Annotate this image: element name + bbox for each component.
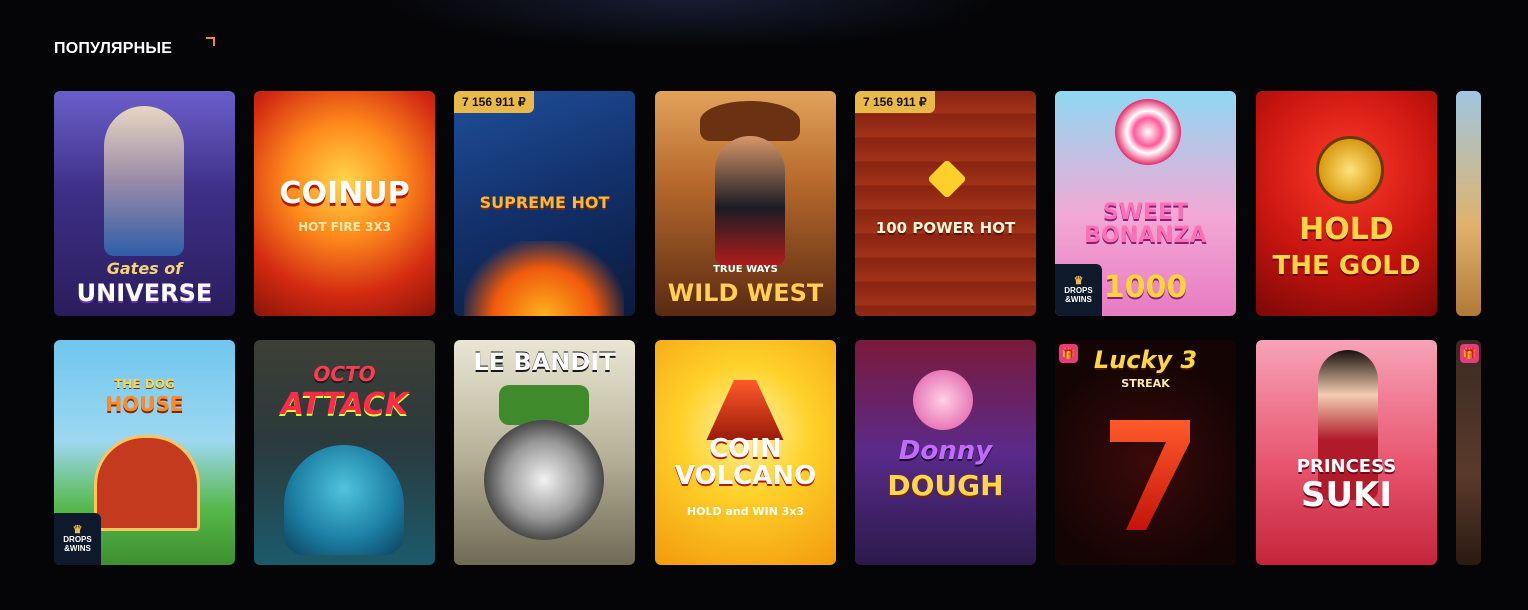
game-title-line1: HOLD <box>1299 212 1394 247</box>
drops-wins-badge: ♛ DROPS &WINS <box>54 513 101 565</box>
game-title-line1: Gates of <box>106 259 183 278</box>
gift-icon: 🎁 <box>1460 344 1479 363</box>
game-tile-partial[interactable]: 🎁 <box>1456 340 1481 565</box>
game-title-line2: DOUGH <box>887 469 1004 502</box>
game-title-line1: TRUE WAYS <box>713 264 778 275</box>
game-title-line1: COINUP <box>279 176 410 211</box>
game-artwork <box>700 101 800 141</box>
game-title-line1: PRINCESS <box>1296 456 1397 477</box>
jackpot-badge: 7 156 911 ₽ <box>454 91 534 113</box>
game-tile-hold-the-gold[interactable]: HOLD THE GOLD <box>1256 91 1437 316</box>
gift-icon: 🎁 <box>1059 344 1078 363</box>
game-title-line2: SUKI <box>1300 475 1393 515</box>
game-artwork <box>1316 136 1384 204</box>
game-title-line2: ATTACK <box>280 387 409 422</box>
game-tile-princess-suki[interactable]: PRINCESS SUKI <box>1256 340 1437 565</box>
game-title-line1: LE BANDIT <box>473 348 616 376</box>
game-artwork <box>1110 420 1190 530</box>
game-tile-coinup[interactable]: COINUP HOT FIRE 3x3 <box>254 91 435 316</box>
game-artwork <box>706 380 784 440</box>
games-grid: Gates of UNIVERSE COINUP HOT FIRE 3x3 SU… <box>54 91 1481 566</box>
game-title-line2: WILD WEST <box>667 279 824 307</box>
game-title-line1: SUPREME HOT <box>479 193 610 212</box>
game-title-line1: THE DOG <box>114 377 175 391</box>
game-artwork <box>927 159 967 199</box>
game-title-line2: STREAK <box>1121 377 1170 390</box>
drops-wins-badge: ♛ DROPS &WINS <box>1055 264 1102 316</box>
game-tile-the-dog-house[interactable]: THE DOG HOUSE ♛ DROPS &WINS <box>54 340 235 565</box>
game-tile-sweet-bonanza-1000[interactable]: SWEET BONANZA 1000 ♛ DROPS &WINS <box>1055 91 1236 316</box>
game-tile-wild-west[interactable]: TRUE WAYS WILD WEST <box>655 91 836 316</box>
header-glow <box>380 0 1000 50</box>
game-tile-supreme-hot[interactable]: SUPREME HOT 7 156 911 ₽ <box>454 91 635 316</box>
game-title-line2: THE GOLD <box>1272 251 1421 281</box>
game-tile-partial[interactable] <box>1456 91 1481 316</box>
game-artwork <box>715 136 785 266</box>
game-title-line1: Donny <box>898 436 993 466</box>
game-title-line1: 100 POWER HOT <box>875 219 1016 237</box>
game-tile-le-bandit[interactable]: LE BANDIT <box>454 340 635 565</box>
corner-accent-icon <box>206 37 215 46</box>
section-title: ПОПУЛЯРНЫЕ <box>54 40 173 57</box>
drops-badge-line2: &WINS <box>1065 295 1092 305</box>
game-artwork <box>484 420 604 540</box>
game-tile-donny-dough[interactable]: Donny DOUGH <box>855 340 1036 565</box>
game-tile-lucky-3-streak[interactable]: Lucky 3 STREAK 🎁 <box>1055 340 1236 565</box>
game-title-line2: HOUSE <box>105 392 184 416</box>
game-title-line1: SWEET BONANZA <box>1084 200 1207 249</box>
game-artwork <box>94 435 200 531</box>
game-title-line2: UNIVERSE <box>76 279 213 307</box>
game-artwork <box>913 370 973 430</box>
game-title-line2: HOLD and WIN 3x3 <box>686 505 805 518</box>
jackpot-badge: 7 156 911 ₽ <box>855 91 935 113</box>
game-artwork <box>499 385 589 425</box>
drops-badge-line2: &WINS <box>64 544 91 554</box>
game-title-line1: COIN VOLCANO <box>674 434 817 492</box>
game-artwork <box>464 241 624 316</box>
game-artwork <box>104 106 184 256</box>
game-tile-100-power-hot[interactable]: 100 POWER HOT 7 156 911 ₽ <box>855 91 1036 316</box>
game-title-line1: OCTO <box>313 362 376 386</box>
game-title-line2: HOT FIRE 3x3 <box>298 220 391 234</box>
game-tile-coin-volcano[interactable]: COIN VOLCANO HOLD and WIN 3x3 <box>655 340 836 565</box>
game-artwork <box>284 445 404 555</box>
game-artwork <box>1115 99 1181 165</box>
game-tile-gates-of-universe[interactable]: Gates of UNIVERSE <box>54 91 235 316</box>
game-title-line1: Lucky 3 <box>1093 346 1198 374</box>
game-tile-octo-attack[interactable]: OCTO ATTACK <box>254 340 435 565</box>
